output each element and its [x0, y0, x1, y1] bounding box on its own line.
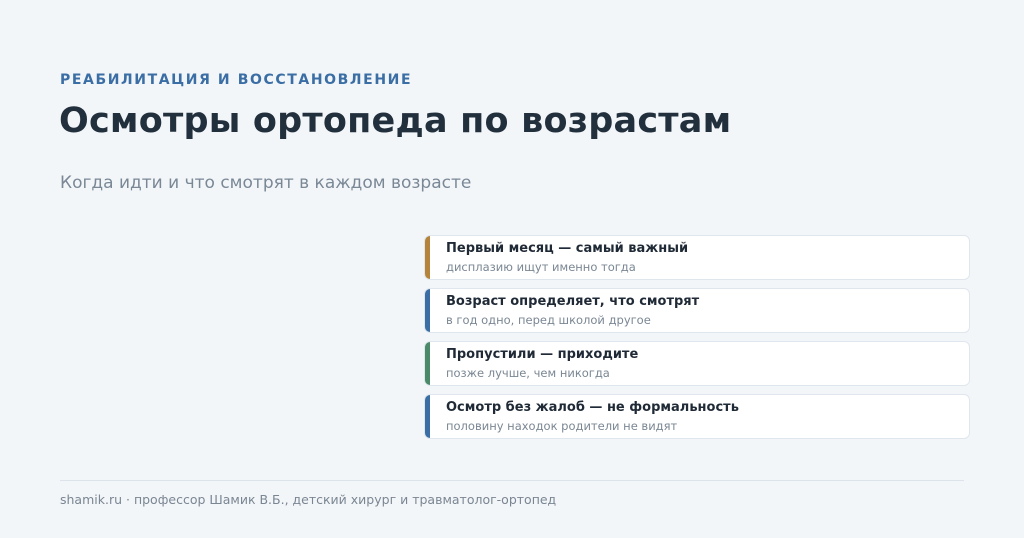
- card-subtitle: дисплазию ищут именно тогда: [446, 260, 636, 274]
- page: РЕАБИЛИТАЦИЯ И ВОССТАНОВЛЕНИЕ Осмотры ор…: [0, 0, 1024, 538]
- card-subtitle: в год одно, перед школой другое: [446, 313, 651, 327]
- card-accent-bar: [425, 395, 430, 438]
- card-title: Пропустили — приходите: [446, 347, 639, 362]
- card-title: Первый месяц — самый важный: [446, 241, 689, 256]
- footer-credit: shamik.ru · профессор Шамик В.Б., детски…: [60, 492, 557, 507]
- card-subtitle: половину находок родители не видят: [446, 419, 678, 433]
- page-title: Осмотры ортопеда по возрастам: [59, 101, 732, 141]
- card-title: Возраст определяет, что смотрят: [446, 294, 700, 309]
- info-card-first-month: Первый месяц — самый важный дисплазию ищ…: [424, 235, 970, 280]
- info-card-missed: Пропустили — приходите позже лучше, чем …: [424, 341, 970, 386]
- info-card-no-complaints: Осмотр без жалоб — не формальность полов…: [424, 394, 970, 439]
- eyebrow-label: РЕАБИЛИТАЦИЯ И ВОССТАНОВЛЕНИЕ: [60, 72, 413, 88]
- footer-divider: [60, 480, 964, 481]
- info-card-list: Первый месяц — самый важный дисплазию ищ…: [424, 235, 970, 447]
- page-subtitle: Когда идти и что смотрят в каждом возрас…: [60, 173, 472, 193]
- card-accent-bar: [425, 342, 430, 385]
- card-accent-bar: [425, 289, 430, 332]
- card-title: Осмотр без жалоб — не формальность: [446, 400, 739, 415]
- card-subtitle: позже лучше, чем никогда: [446, 366, 610, 380]
- info-card-age-defines: Возраст определяет, что смотрят в год од…: [424, 288, 970, 333]
- card-accent-bar: [425, 236, 430, 279]
